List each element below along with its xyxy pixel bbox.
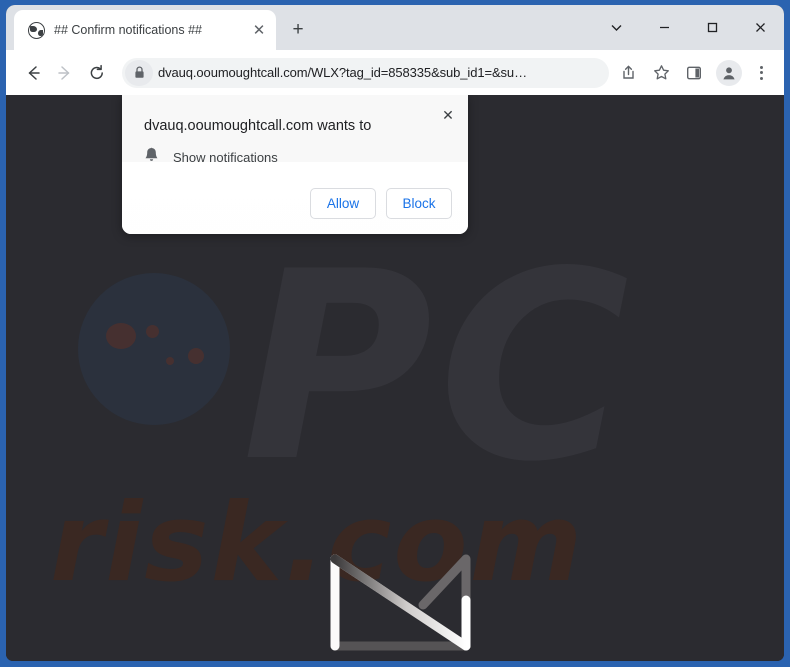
browser-toolbar: dvauq.ooumoughtcall.com/WLX?tag_id=85833… (6, 50, 784, 95)
three-dot-menu-icon[interactable] (748, 59, 774, 87)
address-bar[interactable]: dvauq.ooumoughtcall.com/WLX?tag_id=85833… (122, 57, 609, 88)
back-arrow-icon[interactable] (18, 58, 48, 88)
browser-window: ## Confirm notifications ## ✕ + dvauq.oo… (0, 0, 790, 667)
block-button[interactable]: Block (386, 188, 452, 219)
tab-search-chevron-down-icon[interactable] (592, 9, 640, 47)
dialog-actions: Allow Block (310, 188, 452, 219)
decorative-blob (106, 323, 136, 349)
close-window-button[interactable] (736, 9, 784, 47)
new-tab-button[interactable]: + (286, 17, 310, 41)
window-controls (592, 5, 784, 50)
tab-strip: ## Confirm notifications ## ✕ + (6, 5, 784, 50)
decorative-blob (188, 348, 204, 364)
lock-icon[interactable] (125, 59, 153, 86)
reload-icon[interactable] (82, 58, 112, 88)
bell-icon (144, 147, 159, 168)
dialog-title: dvauq.ooumoughtcall.com wants to (144, 118, 372, 134)
notification-permission-dialog: ✕ dvauq.ooumoughtcall.com wants to Show … (122, 95, 468, 234)
side-panel-icon[interactable] (680, 59, 708, 87)
dialog-close-icon[interactable]: ✕ (437, 104, 459, 126)
decorative-circle (78, 273, 230, 425)
minimize-button[interactable] (640, 9, 688, 47)
browser-window-inner: ## Confirm notifications ## ✕ + dvauq.oo… (6, 5, 784, 661)
watermark-pc: PC (242, 217, 636, 519)
share-icon[interactable] (614, 59, 642, 87)
menu-dot (759, 76, 763, 80)
tab-title: ## Confirm notifications ## (54, 23, 202, 37)
browser-tab[interactable]: ## Confirm notifications ## ✕ (14, 10, 276, 50)
dialog-permission-label: Show notifications (173, 150, 278, 165)
address-bar-url[interactable]: dvauq.ooumoughtcall.com/WLX?tag_id=85833… (158, 65, 603, 80)
forward-arrow-icon[interactable] (50, 58, 80, 88)
tab-close-icon[interactable]: ✕ (248, 19, 270, 41)
profile-avatar-icon[interactable] (716, 59, 742, 86)
watermark-riskcom: risk.com (50, 481, 585, 606)
menu-dot (759, 65, 763, 69)
star-icon[interactable] (647, 59, 675, 87)
page-viewport: PC risk.com ✕ dvauq.ooumoughtcall.com wa… (6, 95, 784, 661)
maximize-button[interactable] (688, 9, 736, 47)
globe-icon (28, 21, 45, 39)
menu-dot (759, 71, 763, 74)
loading-spinner-icon (323, 550, 478, 655)
dialog-permission-row: Show notifications (144, 147, 278, 168)
allow-button[interactable]: Allow (310, 188, 376, 219)
decorative-blob (146, 325, 159, 338)
decorative-blob (166, 357, 174, 365)
